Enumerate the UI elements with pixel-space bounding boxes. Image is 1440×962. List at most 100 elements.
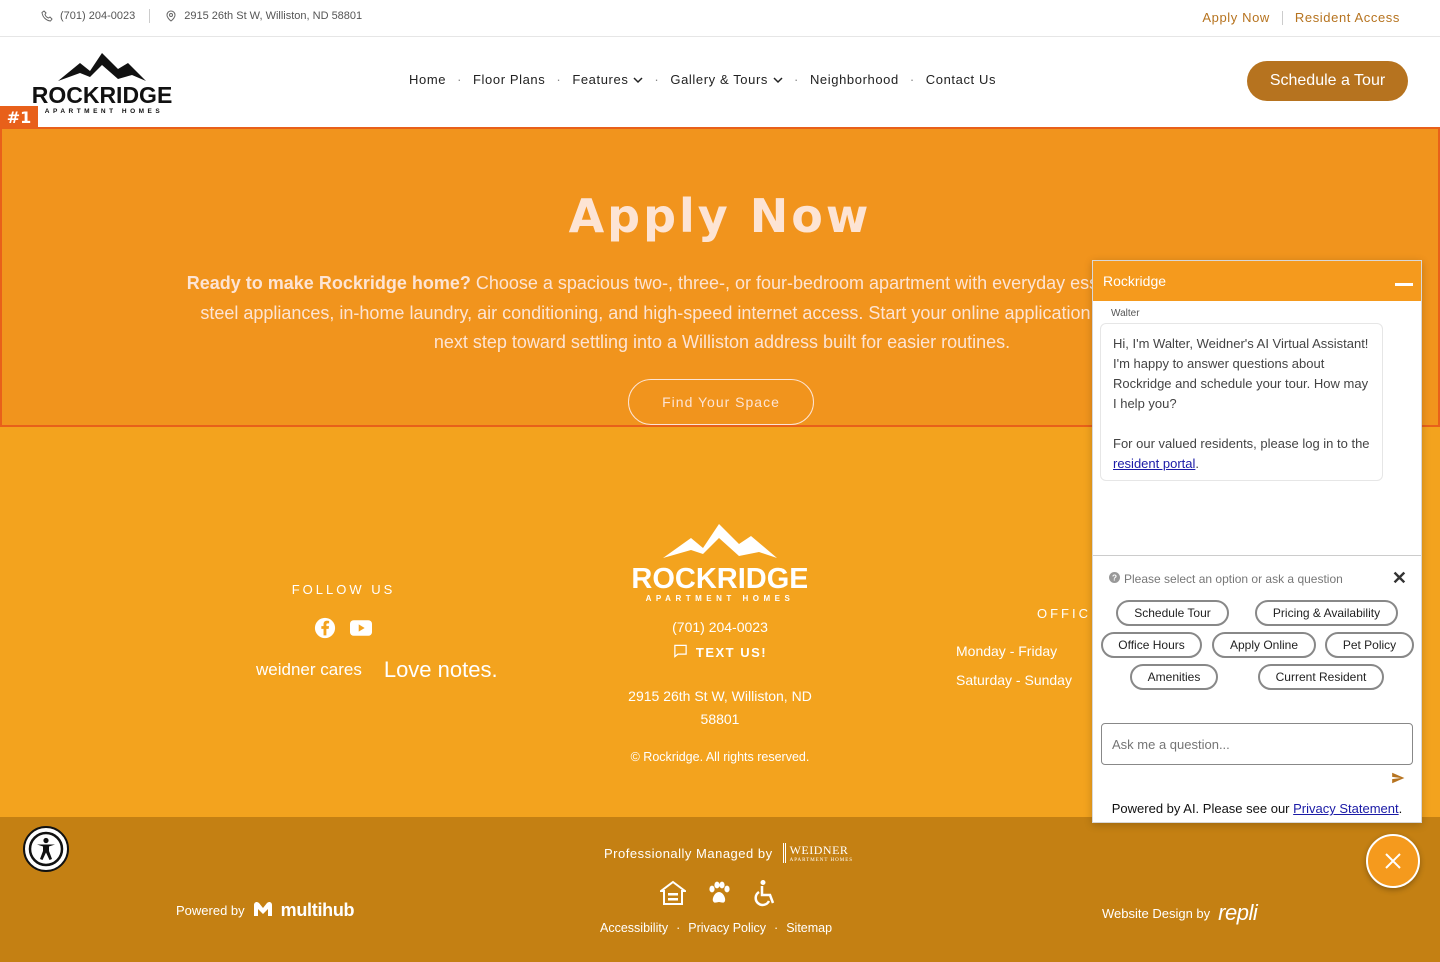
close-icon — [1385, 853, 1401, 869]
weidner-logo[interactable]: WEIDNER APARTMENT HOMES — [782, 843, 854, 863]
repli-logo[interactable]: repli — [1218, 900, 1258, 926]
design-by-label: Website Design by — [1102, 905, 1211, 921]
love-notes-logo[interactable]: Love notes. — [384, 659, 498, 681]
chat-title: Rockridge — [1103, 273, 1167, 289]
option-amenities[interactable]: Amenities — [1130, 664, 1218, 690]
option-pet-policy[interactable]: Pet Policy — [1325, 632, 1414, 658]
footer-rockridge-logo: ROCKRIDGE APARTMENT HOMES — [633, 524, 807, 603]
hero-title: Apply Now — [568, 189, 872, 243]
rockridge-logo[interactable]: ROCKRIDGE APARTMENT HOMES — [32, 51, 172, 115]
weidner-logo-sub: APARTMENT HOMES — [789, 858, 854, 863]
accessibility-widget-button[interactable] — [23, 826, 69, 872]
footer-address-link[interactable]: 2915 26th St W, Williston, ND 58801 — [620, 685, 820, 731]
wheelchair-icon — [752, 879, 778, 907]
option-apply-online[interactable]: Apply Online — [1212, 632, 1316, 658]
chat-widget: Rockridge Walter Hi, I'm Walter, Weidner… — [1092, 260, 1422, 823]
chat-prompt-text: Please select an option or ask a questio… — [1124, 572, 1343, 586]
phone-icon — [40, 9, 54, 23]
footer-phone-link[interactable]: (701) 204-0023 — [620, 619, 820, 635]
send-icon[interactable] — [1391, 771, 1405, 785]
office-hours-list: Monday - Friday Saturday - Sunday — [956, 637, 1072, 695]
main-nav: Home · Floor Plans · Features · Gallery … — [409, 72, 997, 87]
option-current-resident[interactable]: Current Resident — [1258, 664, 1384, 690]
powered-by-label: Powered by — [176, 903, 245, 918]
social-links — [314, 617, 372, 639]
greeting-text: Hi, I'm Walter, Weidner's AI Virtual Ass… — [1113, 336, 1369, 411]
top-address-link[interactable]: 2915 26th St W, Williston, ND 58801 — [184, 10, 362, 22]
chat-message-bubble: Hi, I'm Walter, Weidner's AI Virtual Ass… — [1100, 323, 1383, 481]
top-bar: (701) 204-0023 2915 26th St W, Williston… — [0, 0, 1440, 37]
chat-toggle-button[interactable] — [1366, 834, 1420, 888]
chevron-down-icon — [633, 72, 643, 87]
close-options-icon[interactable]: ✕ — [1392, 568, 1407, 589]
facebook-icon[interactable] — [314, 617, 336, 639]
multihub-logo[interactable]: multihub — [281, 900, 355, 921]
text-us-link[interactable]: TEXT US! — [620, 644, 820, 661]
option-schedule-tour[interactable]: Schedule Tour — [1116, 600, 1229, 626]
svg-text:APARTMENT HOMES: APARTMENT HOMES — [646, 594, 795, 603]
equal-housing-icon — [660, 879, 686, 907]
nav-gallery-tours[interactable]: Gallery & Tours — [670, 72, 783, 87]
follow-us-heading: FOLLOW US — [291, 582, 396, 597]
chat-input[interactable] — [1101, 723, 1413, 765]
text-us-label: TEXT US! — [695, 645, 768, 660]
resident-note: For our valued residents, please log in … — [1113, 436, 1370, 471]
find-your-space-button[interactable]: Find Your Space — [628, 379, 814, 425]
chat-footer-text: Powered by AI. Please see our — [1111, 801, 1290, 816]
resident-access-link[interactable]: Resident Access — [1295, 10, 1400, 25]
partner-logos: weidner cares Love notes. — [256, 659, 498, 681]
divider — [1281, 10, 1283, 25]
resident-note-text: For our valued residents, please log in … — [1113, 436, 1370, 451]
nav-gallery-label: Gallery & Tours — [670, 72, 768, 87]
privacy-policy-link[interactable]: Privacy Policy — [688, 921, 766, 935]
divider — [149, 9, 151, 23]
youtube-icon[interactable] — [350, 617, 372, 639]
nav-neighborhood[interactable]: Neighborhood — [810, 72, 899, 87]
managed-by: Professionally Managed by WEIDNER APARTME… — [604, 843, 853, 863]
accessibility-icon — [28, 831, 64, 867]
location-pin-icon — [164, 9, 178, 23]
chevron-down-icon — [773, 72, 783, 87]
svg-text:ROCKRIDGE: ROCKRIDGE — [633, 563, 807, 595]
sitemap-link[interactable]: Sitemap — [786, 921, 832, 935]
nav-home[interactable]: Home — [409, 72, 446, 87]
website-design-by: Website Design by repli — [1102, 900, 1258, 926]
resident-portal-link[interactable]: resident portal — [1113, 456, 1195, 471]
weidner-cares-logo[interactable]: weidner cares — [256, 661, 362, 678]
top-contact: (701) 204-0023 2915 26th St W, Williston… — [40, 9, 362, 23]
powered-by: Powered by multihub — [176, 900, 355, 921]
hero-lead-bold: Ready to make Rockridge home? — [186, 273, 471, 293]
top-links: Apply Now Resident Access — [1202, 10, 1400, 25]
svg-text:APARTMENT HOMES: APARTMENT HOMES — [45, 108, 163, 115]
svg-text:ROCKRIDGE: ROCKRIDGE — [32, 82, 172, 108]
chat-footer: Powered by AI. Please see our Privacy St… — [1111, 801, 1403, 816]
hours-weekday: Monday - Friday — [956, 643, 1058, 659]
footer-bottom: Professionally Managed by WEIDNER APARTME… — [0, 817, 1440, 962]
copyright: © Rockridge. All rights reserved. — [630, 750, 810, 764]
nav-features[interactable]: Features — [572, 72, 643, 87]
privacy-statement-link[interactable]: Privacy Statement — [1293, 801, 1399, 816]
svg-text:?: ? — [1112, 573, 1117, 582]
option-pricing-availability[interactable]: Pricing & Availability — [1255, 600, 1398, 626]
agent-name: Walter — [1111, 308, 1140, 319]
top-phone-link[interactable]: (701) 204-0023 — [60, 10, 135, 22]
highlight-tag: #1 — [0, 106, 38, 128]
compliance-icons — [660, 879, 778, 907]
accessibility-link[interactable]: Accessibility — [600, 921, 668, 935]
pet-friendly-icon — [706, 879, 732, 907]
schedule-tour-button[interactable]: Schedule a Tour — [1247, 61, 1408, 101]
main-header: ROCKRIDGE APARTMENT HOMES Home · Floor P… — [0, 37, 1440, 127]
nav-contact-us[interactable]: Contact Us — [926, 72, 996, 87]
chat-options: ? Please select an option or ask a quest… — [1093, 555, 1421, 690]
minimize-icon[interactable] — [1395, 283, 1413, 286]
apply-now-link[interactable]: Apply Now — [1202, 10, 1270, 25]
chat-prompt: ? Please select an option or ask a quest… — [1109, 572, 1343, 586]
managed-by-label: Professionally Managed by — [604, 845, 773, 861]
help-icon: ? — [1109, 572, 1120, 586]
legal-links: Accessibility · Privacy Policy · Sitemap — [600, 921, 833, 935]
chat-bubble-icon — [673, 644, 688, 661]
hours-weekend: Saturday - Sunday — [956, 672, 1072, 688]
option-office-hours[interactable]: Office Hours — [1101, 632, 1202, 658]
nav-floor-plans[interactable]: Floor Plans — [473, 72, 545, 87]
nav-features-label: Features — [572, 72, 629, 87]
